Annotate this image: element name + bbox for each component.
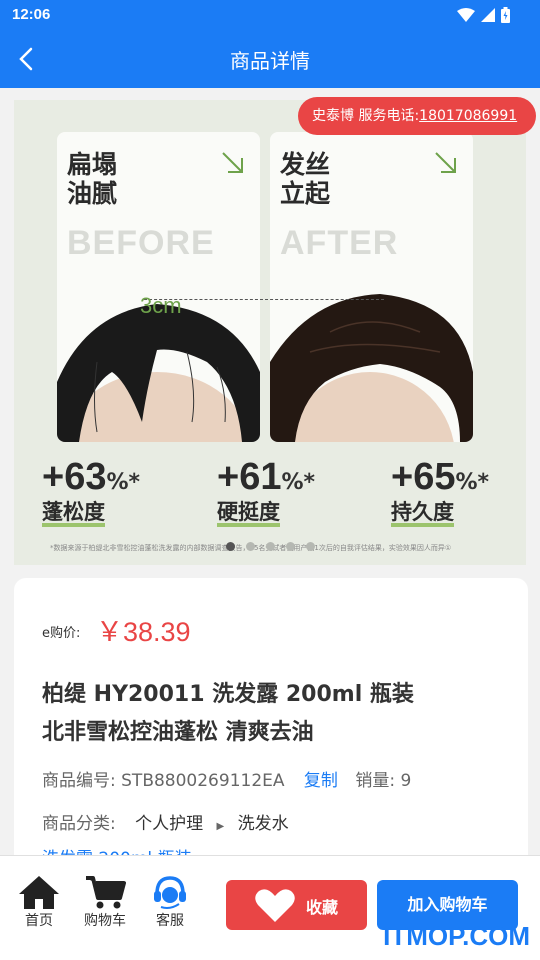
status-time: 12:06	[12, 6, 51, 23]
stat-longevity: +65%* 持久度	[391, 456, 489, 527]
watermark: ITMOP.COM	[383, 921, 530, 951]
stat-suffix: %*	[106, 470, 141, 495]
product-image-carousel[interactable]: 扁塌 油腻 BEFORE 发丝 立起 AFTER 3cm +63%* 蓬松度 +…	[14, 100, 526, 565]
after-label: AFTER	[280, 224, 399, 262]
stat-suffix: %*	[455, 470, 490, 495]
carousel-dot[interactable]	[246, 542, 255, 551]
product-code-row: 商品编号: STB8800269112EA 复制 销量: 9	[42, 766, 411, 791]
page-title: 商品详情	[230, 49, 310, 73]
signal-icon	[481, 8, 495, 22]
price-label: e购价:	[42, 626, 81, 641]
stat-label: 蓬松度	[42, 501, 105, 527]
sales-label: 销量:	[355, 771, 396, 791]
nav-home-label: 首页	[25, 913, 53, 929]
nav-cart-label: 购物车	[84, 913, 126, 929]
nav-cart[interactable]: 购物车	[75, 874, 135, 930]
category-row: 商品分类: 个人护理 ▶ 洗发水	[42, 809, 289, 834]
product-name: 柏缇 HY20011 洗发露 200ml 瓶装 北非雪松控油蓬松 清爽去油	[42, 682, 414, 745]
status-bar: 12:06	[0, 0, 540, 30]
heart-icon	[255, 889, 295, 922]
favorite-button[interactable]: 收藏	[226, 880, 367, 930]
carousel-dots	[226, 542, 315, 551]
category-link-2[interactable]: 洗发水	[238, 814, 289, 834]
favorite-label: 收藏	[306, 898, 339, 917]
caret-right-icon: ▶	[216, 821, 225, 832]
arrow-down-right-icon	[222, 152, 243, 173]
service-text: 史泰博 服务电话:	[312, 108, 420, 124]
stat-value: +63	[42, 456, 107, 498]
arrow-down-right-icon	[435, 152, 456, 173]
stat-value: +65	[391, 456, 456, 498]
hair-after-image	[270, 292, 473, 442]
service-phone-link[interactable]: 18017086991	[419, 108, 517, 124]
nav-home[interactable]: 首页	[9, 874, 69, 930]
price-value: ￥38.39	[96, 617, 191, 647]
measure-label: 3cm	[140, 293, 182, 318]
stat-value: +61	[217, 456, 282, 498]
stat-label: 持久度	[391, 501, 454, 527]
before-title: 扁塌 油腻	[67, 150, 118, 208]
app-header: 商品详情	[0, 30, 540, 88]
code-label: 商品编号:	[42, 771, 116, 791]
copy-button[interactable]: 复制	[304, 771, 338, 791]
nav-service[interactable]: 客服	[140, 874, 200, 930]
cart-icon	[86, 876, 126, 909]
customer-service-icon	[154, 876, 186, 909]
bottom-action-bar: 首页 购物车 客服 收藏 加入购物车 ITMOP.COM	[0, 855, 540, 960]
before-label: BEFORE	[67, 224, 215, 262]
carousel-dot[interactable]	[286, 542, 295, 551]
product-info-card: e购价: ￥38.39 柏缇 HY20011 洗发露 200ml 瓶装 北非雪松…	[14, 578, 528, 878]
service-phone-badge: 史泰博 服务电话:18017086991	[298, 97, 536, 135]
before-card: 扁塌 油腻 BEFORE	[57, 132, 260, 442]
sales-count: 9	[400, 771, 412, 791]
after-title: 发丝 立起	[280, 150, 331, 208]
carousel-dot[interactable]	[306, 542, 315, 551]
stat-label: 硬挺度	[217, 501, 280, 527]
carousel-dot[interactable]	[226, 542, 235, 551]
nav-service-label: 客服	[156, 913, 184, 929]
stat-suffix: %*	[281, 470, 316, 495]
category-label: 商品分类:	[42, 814, 116, 834]
after-card: 发丝 立起 AFTER	[270, 132, 473, 442]
status-icons	[457, 7, 510, 23]
battery-icon	[501, 7, 510, 23]
product-code: STB8800269112EA	[121, 771, 285, 791]
home-icon	[19, 876, 59, 909]
wifi-icon	[457, 8, 475, 22]
stat-fluffiness: +63%* 蓬松度	[42, 456, 140, 527]
category-link-1[interactable]: 个人护理	[135, 814, 203, 834]
stat-stiffness: +61%* 硬挺度	[217, 456, 315, 527]
carousel-dot[interactable]	[266, 542, 275, 551]
